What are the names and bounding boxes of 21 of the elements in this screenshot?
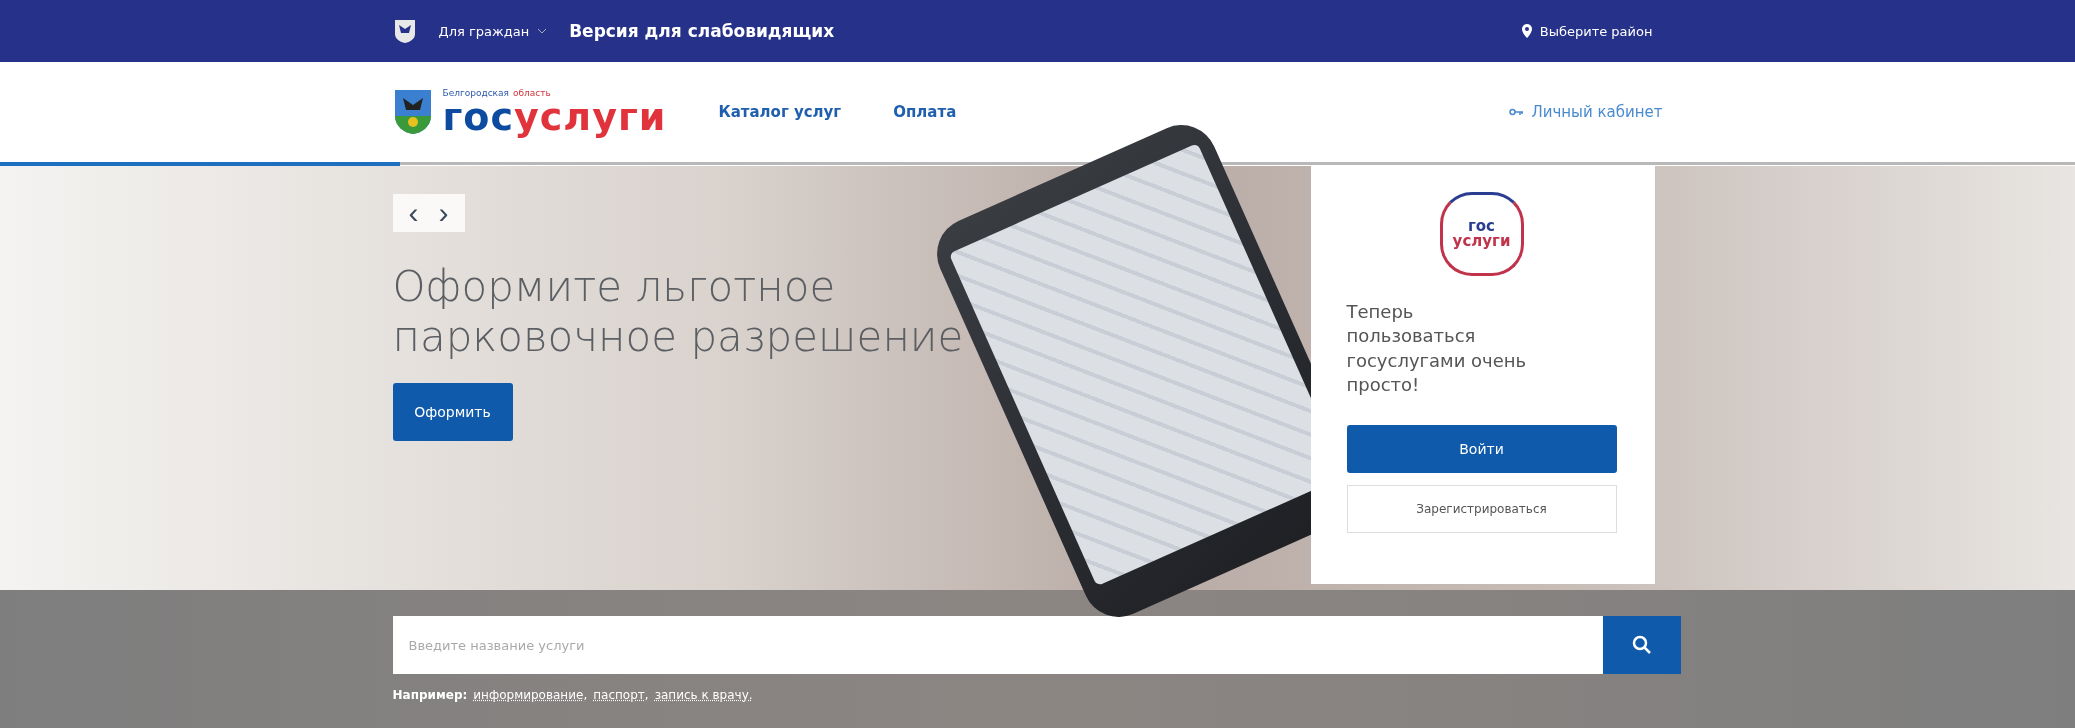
logo-text: гос [442,97,514,136]
account-link[interactable]: Личный кабинет [1509,103,1663,121]
login-button[interactable]: Войти [1346,425,1617,474]
nav-link[interactable]: Оплата [893,103,957,121]
hexagon-logo: гос услуги [1439,192,1524,276]
example-link[interactable]: запись к врачу. [654,688,753,702]
example-link[interactable]: паспорт, [593,688,649,702]
nav-link[interactable]: Каталог услуг [718,103,842,121]
audience-menu[interactable]: Для граждан [438,23,548,39]
region-name: Белгородская [442,88,509,98]
register-button[interactable]: Зарегистрироваться [1346,485,1617,534]
example-link[interactable]: информирование, [473,688,588,702]
logo-text: услуги [514,97,667,136]
search-field[interactable]: Введите название услуги [392,616,1603,674]
region-picker[interactable]: Выберите район [1521,23,1653,39]
examples-label: Например: [392,688,468,702]
accessibility-link[interactable]: Версия для слабовидящих [569,21,835,41]
card-text: Теперь пользоваться госуслугами очень просто! [1346,300,1528,397]
apply-button[interactable]: Оформить [392,382,513,441]
region-name: область [512,88,551,98]
hero-title: Оформите льготное парковочное разрешение [392,262,965,363]
